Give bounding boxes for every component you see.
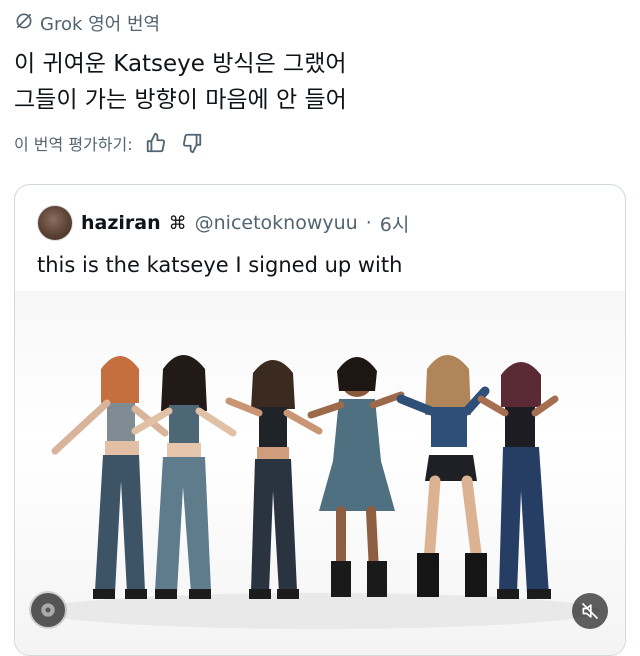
thumbs-up-icon[interactable] [143,130,169,156]
separator: · [365,212,372,234]
grok-logo-icon [14,11,34,36]
translated-line-2: 그들이 가는 방향이 마음에 안 들어 [14,87,347,113]
dancer-figure [307,357,405,597]
avatar[interactable] [37,205,73,241]
display-name[interactable]: haziran [81,212,161,234]
media-corner-icon [31,593,65,627]
quoted-post-header: haziran ⌘ @nicetoknowyuu · 6시 [37,205,409,241]
dancer-figure [131,355,237,599]
badge-icon: ⌘ [168,212,187,234]
translated-line-1: 이 귀여운 Katseye 방식은 그랬어 [14,51,347,77]
post-time[interactable]: 6시 [380,210,410,237]
dancer-figure [396,355,490,597]
rate-translation-row: 이 번역 평가하기: [14,130,205,156]
video-thumbnail[interactable] [15,291,625,655]
quoted-post-text: this is the katseye I signed up with [37,253,403,277]
dancer-figure [51,356,169,599]
translated-text: 이 귀여운 Katseye 방식은 그랬어 그들이 가는 방향이 마음에 안 들… [14,46,626,118]
rate-translation-label: 이 번역 평가하기: [14,135,133,154]
thumbs-down-icon[interactable] [179,130,205,156]
muted-speaker-icon[interactable] [572,593,608,629]
dancer-figure [477,362,559,599]
quoted-post-card[interactable]: haziran ⌘ @nicetoknowyuu · 6시 this is th… [14,184,626,656]
user-handle[interactable]: @nicetoknowyuu [195,212,358,234]
translation-label: Grok 영어 번역 [40,14,161,35]
dancer-figure [225,360,323,599]
grok-translation-header: Grok 영어 번역 [14,10,160,36]
